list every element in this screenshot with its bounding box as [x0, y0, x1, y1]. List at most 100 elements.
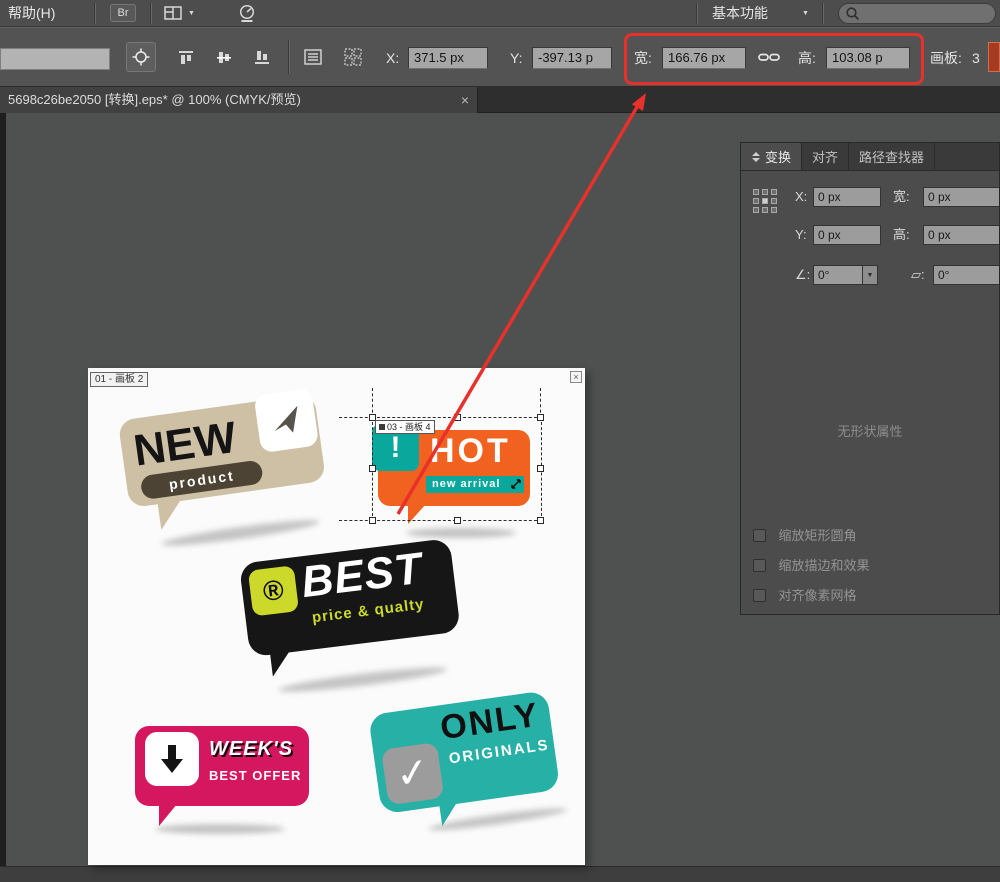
selection-handle[interactable] — [537, 517, 544, 524]
artboard-grid-button[interactable] — [340, 44, 366, 70]
cs-live-icon[interactable] — [238, 4, 256, 23]
align-top-button[interactable] — [174, 46, 198, 68]
annotation-highlight-box — [624, 33, 924, 85]
y-label: Y: — [510, 47, 522, 69]
collapse-icon — [751, 151, 761, 163]
checkbox[interactable] — [753, 559, 766, 572]
artboard-name-label: 01 - 画板 2 — [90, 372, 148, 387]
panel-body: X: 0 px 宽: 0 px Y: 0 px 高: 0 px ∠: 0° ▼ … — [741, 171, 999, 614]
badge-title: WEEK'S — [209, 738, 293, 761]
transform-reference-button[interactable] — [126, 42, 156, 72]
crosshair-icon — [132, 48, 150, 66]
list-icon — [304, 49, 322, 65]
tab-transform[interactable]: 变换 — [741, 143, 802, 170]
separator — [150, 3, 152, 24]
align-top-icon — [178, 50, 194, 65]
artboard-count-label: 画板: — [930, 47, 962, 69]
panel-shear-input[interactable]: 0° — [933, 265, 1000, 285]
badge-tail — [159, 804, 177, 826]
artboard-close-icon[interactable]: × — [570, 371, 582, 383]
align-bottom-icon — [254, 50, 270, 65]
artboard[interactable]: 01 - 画板 2 × NEW product ! HOT new arriva… — [88, 368, 585, 865]
new-badge[interactable]: NEW product — [117, 386, 340, 558]
canvas-left-edge — [0, 113, 6, 882]
y-input[interactable]: -397.13 p — [532, 47, 612, 69]
arrange-documents-icon[interactable] — [164, 6, 182, 20]
panel-shear-label: ▱: — [911, 265, 925, 285]
bird-arrow-icon — [267, 401, 305, 439]
badge-subtitle: BEST OFFER — [209, 768, 301, 783]
panel-height-label: 高: — [893, 225, 910, 245]
selection-handle[interactable] — [537, 414, 544, 421]
selection-guide — [339, 520, 373, 521]
label-tab-icon — [379, 424, 385, 430]
document-title: 5698c26be2050 [转换].eps* @ 100% (CMYK/预览) — [0, 87, 445, 113]
align-bottom-button[interactable] — [250, 46, 274, 68]
panel-y-label: Y: — [795, 225, 807, 245]
illustrator-window: 01 - 画板 2 × NEW product ! HOT new arriva… — [0, 0, 1000, 882]
badge-shadow — [278, 663, 448, 696]
down-arrow-icon — [158, 743, 186, 775]
checkbox-row-strokes[interactable]: 缩放描边和效果 — [753, 557, 869, 575]
panel-angle-input[interactable]: 0° — [813, 265, 863, 285]
reference-point-locator[interactable] — [753, 189, 777, 213]
separator — [822, 3, 824, 24]
search-input[interactable] — [838, 3, 996, 24]
bridge-button[interactable]: Br — [110, 4, 136, 22]
align-center-icon — [216, 50, 232, 65]
separator — [288, 40, 290, 74]
selection-handle[interactable] — [369, 517, 376, 524]
selection-handle[interactable] — [537, 465, 544, 472]
panel-height-input[interactable]: 0 px — [923, 225, 1000, 245]
selection-handle[interactable] — [454, 414, 461, 421]
canvas-scrollbar-area[interactable] — [0, 866, 1000, 882]
checkbox[interactable] — [753, 529, 766, 542]
selection-handle[interactable] — [369, 465, 376, 472]
close-icon[interactable]: × — [461, 87, 469, 113]
checkbox-row-pixel-grid[interactable]: 对齐像素网格 — [753, 587, 856, 605]
checkbox-row-corners[interactable]: 缩放矩形圆角 — [753, 527, 856, 545]
options-list-button[interactable] — [300, 44, 326, 70]
week-badge[interactable]: WEEK'S BEST OFFER — [135, 718, 315, 836]
menu-bar: 帮助(H) Br ▼ 基本功能 ▼ — [0, 0, 1000, 27]
tab-align[interactable]: 对齐 — [802, 143, 849, 170]
artboard-count-value: 3 — [972, 47, 980, 69]
panel-x-label: X: — [795, 187, 807, 207]
panel-angle-label: ∠: — [795, 265, 810, 285]
align-center-button[interactable] — [212, 46, 236, 68]
selection-guide — [339, 417, 373, 418]
chevron-down-icon[interactable]: ▼ — [188, 10, 195, 17]
badge-corner-square — [145, 732, 199, 786]
workspace-switcher[interactable]: 基本功能 — [712, 0, 768, 27]
badge-corner-square — [254, 388, 320, 454]
selection-handle[interactable] — [454, 517, 461, 524]
separator — [696, 3, 698, 24]
panel-x-input[interactable]: 0 px — [813, 187, 881, 207]
no-shape-properties-message: 无形状属性 — [741, 421, 999, 440]
selected-artboard-label: 03 - 画板 4 — [375, 420, 435, 434]
only-badge[interactable]: ✓ ONLY ORIGINALS — [361, 677, 575, 853]
appearance-swatch-box[interactable] — [0, 48, 110, 70]
grid-icon — [344, 48, 362, 66]
tab-pathfinder[interactable]: 路径查找器 — [849, 143, 935, 170]
angle-dropdown-icon[interactable]: ▼ — [863, 265, 878, 285]
document-tab[interactable]: 5698c26be2050 [转换].eps* @ 100% (CMYK/预览)… — [0, 87, 478, 113]
checkbox[interactable] — [753, 589, 766, 602]
best-badge[interactable]: ® BEST price & qualty — [238, 527, 475, 703]
badge-mark-square: ® — [248, 565, 299, 616]
artboard-icon[interactable] — [988, 42, 1000, 72]
panel-tab-bar: 变换 对齐 路径查找器 — [741, 143, 999, 171]
menu-help[interactable]: 帮助(H) — [8, 0, 55, 27]
separator — [94, 3, 96, 24]
panel-y-input[interactable]: 0 px — [813, 225, 881, 245]
badge-check-square: ✓ — [381, 742, 444, 805]
document-tab-bar: 5698c26be2050 [转换].eps* @ 100% (CMYK/预览)… — [0, 87, 1000, 113]
panel-width-label: 宽: — [893, 187, 910, 207]
panel-width-input[interactable]: 0 px — [923, 187, 1000, 207]
search-icon — [845, 6, 860, 21]
chevron-down-icon[interactable]: ▼ — [802, 10, 809, 17]
selection-bounding-box[interactable]: 03 - 画板 4 — [372, 417, 542, 521]
x-label: X: — [386, 47, 399, 69]
transform-panel: 变换 对齐 路径查找器 X: 0 px 宽: 0 px Y: 0 px 高: 0… — [740, 142, 1000, 615]
x-input[interactable]: 371.5 px — [408, 47, 488, 69]
